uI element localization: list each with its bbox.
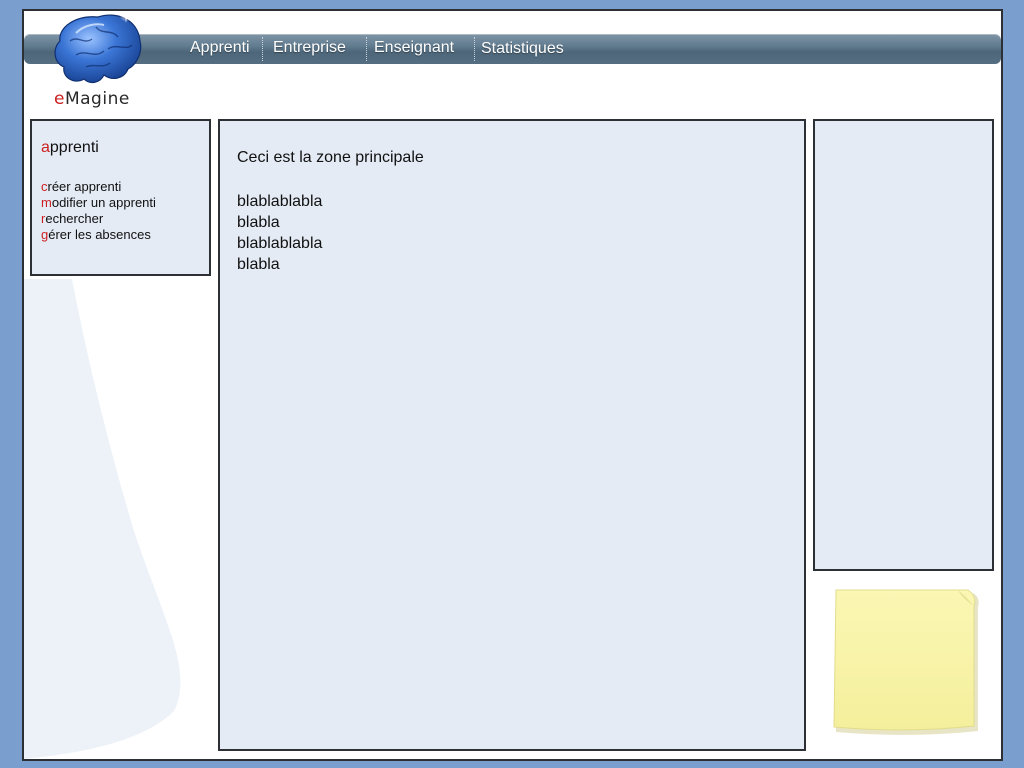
main-text-line: blabla [237, 214, 280, 231]
sidebar-item-modifier-apprenti[interactable]: modifier un apprenti [41, 195, 156, 211]
sidebar-item-gerer-absences[interactable]: gérer les absences [41, 227, 156, 243]
page-frame: Apprenti Entreprise Enseignant Statistiq… [22, 9, 1003, 761]
main-text-line: blabla [237, 256, 280, 273]
main-heading: Ceci est la zone principale [237, 149, 424, 166]
nav-item-enseignant[interactable]: Enseignant [374, 34, 454, 64]
nav-separator [366, 37, 367, 61]
main-content-panel: Ceci est la zone principale blablablabla… [218, 119, 806, 751]
sidebar-item-label: réer apprenti [47, 179, 122, 194]
sidebar-item-label: echercher [45, 211, 104, 226]
sidebar-item-label: odifier un apprenti [51, 195, 156, 210]
sidebar-item-creer-apprenti[interactable]: créer apprenti [41, 179, 156, 195]
sticky-note-icon[interactable] [830, 586, 980, 736]
brain-icon[interactable] [46, 9, 146, 97]
sidebar-title: apprenti [41, 139, 99, 157]
right-sidebar-panel [813, 119, 994, 571]
sidebar-item-rechercher[interactable]: rechercher [41, 211, 156, 227]
nav-item-statistiques[interactable]: Statistiques [481, 35, 564, 65]
sidebar-title-initial: a [41, 139, 50, 156]
sidebar-item-label: érer les absences [48, 227, 151, 242]
sidebar-item-initial: m [41, 195, 52, 210]
main-text-line: blablablabla [237, 235, 323, 252]
top-nav-bar: Apprenti Entreprise Enseignant Statistiq… [24, 34, 1001, 64]
nav-separator [474, 37, 475, 61]
main-text-line: blablablabla [237, 193, 323, 210]
nav-separator [262, 37, 263, 61]
logo-wordmark[interactable]: eMagine [54, 89, 130, 109]
nav-item-apprenti[interactable]: Apprenti [190, 34, 250, 64]
logo-wordmark-accent: e [54, 89, 65, 109]
sidebar-menu: créer apprenti modifier un apprenti rech… [41, 179, 156, 243]
logo-wordmark-rest: Magine [64, 89, 130, 109]
main-text-lines: blablablabla blabla blablablabla blabla [237, 191, 322, 275]
sidebar-panel: apprenti créer apprenti modifier un appr… [30, 119, 211, 276]
nav-item-entreprise[interactable]: Entreprise [273, 34, 346, 64]
sidebar-title-rest: pprenti [49, 139, 99, 156]
